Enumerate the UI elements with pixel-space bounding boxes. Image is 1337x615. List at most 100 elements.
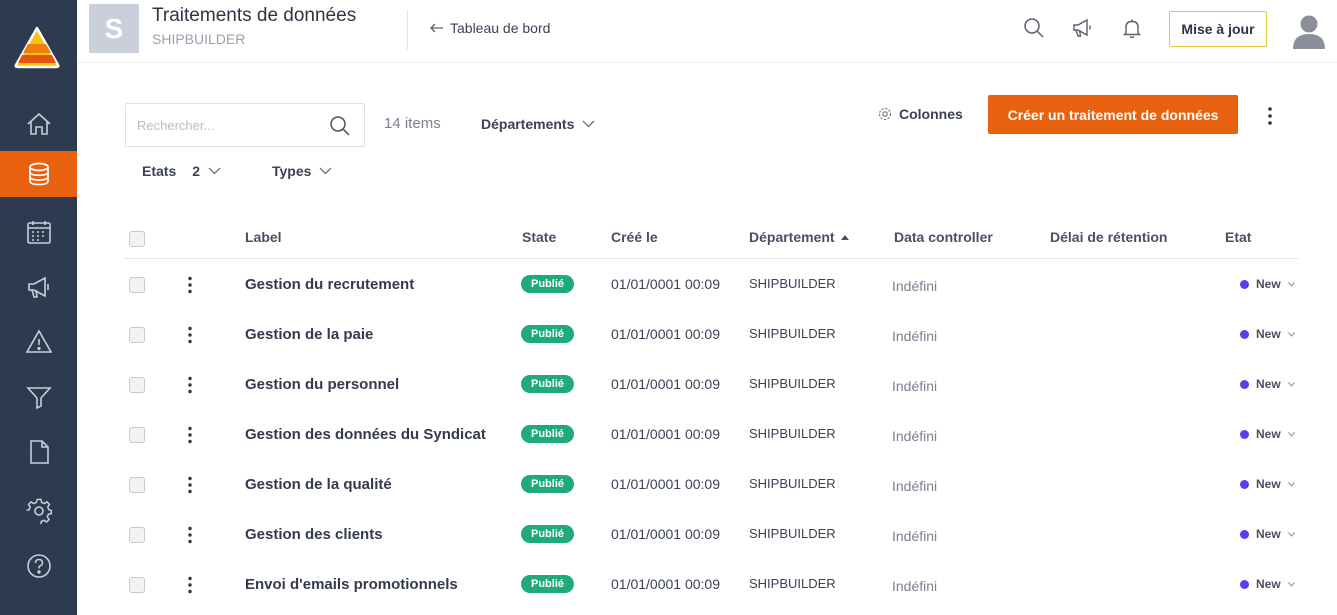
row-checkbox[interactable]	[129, 527, 145, 543]
column-header-label[interactable]: Label	[245, 229, 282, 245]
row-etat-dropdown[interactable]: New	[1240, 377, 1295, 391]
row-etat-label: New	[1256, 427, 1281, 441]
columns-button-label: Colonnes	[899, 106, 963, 122]
database-icon	[28, 162, 49, 186]
table-row[interactable]: Gestion de la paie Publié 01/01/0001 00:…	[124, 309, 1299, 359]
create-processing-button[interactable]: Créer un traitement de données	[988, 95, 1238, 134]
row-checkbox[interactable]	[129, 277, 145, 293]
column-header-state[interactable]: State	[522, 229, 556, 245]
column-header-data-controller[interactable]: Data controller	[894, 229, 993, 245]
announcements-icon[interactable]	[1071, 16, 1095, 40]
row-etat-dropdown[interactable]: New	[1240, 427, 1295, 441]
search-input[interactable]	[137, 117, 327, 133]
row-checkbox[interactable]	[129, 327, 145, 343]
bell-icon[interactable]	[1120, 16, 1144, 40]
row-data-controller: Indéfini	[892, 328, 938, 344]
app-logo[interactable]	[13, 25, 61, 69]
sort-ascending-icon	[840, 234, 849, 240]
home-icon	[26, 112, 51, 135]
user-avatar[interactable]	[1291, 12, 1327, 50]
row-label[interactable]: Gestion du personnel	[245, 376, 399, 393]
row-created-date: 01/01/0001 00:09	[611, 276, 720, 292]
status-badge: Publié	[521, 375, 575, 393]
sidebar-item-documents[interactable]	[0, 429, 77, 475]
row-checkbox[interactable]	[129, 577, 145, 593]
row-department: SHIPBUILDER	[749, 476, 836, 491]
row-etat-dropdown[interactable]: New	[1240, 277, 1295, 291]
row-menu-icon[interactable]	[186, 276, 194, 294]
row-label[interactable]: Gestion du recrutement	[245, 276, 414, 293]
row-etat-label: New	[1256, 377, 1281, 391]
search-field[interactable]	[125, 103, 365, 147]
row-etat-dropdown[interactable]: New	[1240, 577, 1295, 591]
state-dot-icon	[1240, 429, 1249, 439]
chevron-down-icon	[1287, 581, 1295, 587]
back-to-dashboard-link[interactable]: Tableau de bord	[429, 20, 550, 36]
row-data-controller: Indéfini	[892, 278, 938, 294]
status-badge: Publié	[521, 525, 575, 543]
search-icon[interactable]	[1022, 16, 1046, 40]
row-label[interactable]: Envoi d'emails promotionnels	[245, 576, 458, 593]
row-etat-dropdown[interactable]: New	[1240, 327, 1295, 341]
types-filter[interactable]: Types	[272, 163, 332, 179]
row-etat-dropdown[interactable]: New	[1240, 527, 1295, 541]
table-row[interactable]: Gestion des clients Publié 01/01/0001 00…	[124, 509, 1299, 559]
row-label[interactable]: Gestion de la paie	[245, 326, 373, 343]
column-header-department[interactable]: Département	[749, 229, 849, 245]
table-row[interactable]: Gestion du recrutement Publié 01/01/0001…	[124, 259, 1299, 309]
table-row[interactable]: Gestion de la qualité Publié 01/01/0001 …	[124, 459, 1299, 509]
row-menu-icon[interactable]	[186, 476, 194, 494]
document-icon	[29, 440, 49, 464]
row-etat-label: New	[1256, 327, 1281, 341]
sidebar-item-filters[interactable]	[0, 374, 77, 420]
table-row[interactable]: Gestion du personnel Publié 01/01/0001 0…	[124, 359, 1299, 409]
row-menu-icon[interactable]	[186, 376, 194, 394]
status-badge: Publié	[521, 425, 575, 443]
sidebar-item-campaigns[interactable]	[0, 264, 77, 310]
row-department: SHIPBUILDER	[749, 526, 836, 541]
back-link-label: Tableau de bord	[450, 20, 551, 36]
row-menu-icon[interactable]	[186, 526, 194, 544]
sidebar-item-calendar[interactable]	[0, 209, 77, 255]
column-header-created[interactable]: Créé le	[611, 229, 658, 245]
columns-button[interactable]: Colonnes	[878, 106, 963, 122]
row-label[interactable]: Gestion des données du Syndicat	[245, 426, 486, 443]
table-row[interactable]: Gestion des données du Syndicat Publié 0…	[124, 409, 1299, 459]
sidebar-item-home[interactable]	[0, 101, 77, 147]
select-all-checkbox[interactable]	[129, 231, 145, 247]
sidebar-item-incidents[interactable]	[0, 319, 77, 365]
chevron-down-icon	[208, 167, 221, 175]
row-checkbox[interactable]	[129, 477, 145, 493]
sidebar-item-help[interactable]	[0, 543, 77, 589]
search-icon[interactable]	[329, 115, 351, 137]
row-data-controller: Indéfini	[892, 428, 938, 444]
row-checkbox[interactable]	[129, 427, 145, 443]
megaphone-icon	[27, 276, 49, 298]
row-menu-icon[interactable]	[186, 326, 194, 344]
row-label[interactable]: Gestion des clients	[245, 526, 383, 543]
row-menu-icon[interactable]	[186, 576, 194, 594]
sidebar-item-processing[interactable]	[0, 151, 77, 197]
row-etat-dropdown[interactable]: New	[1240, 477, 1295, 491]
gear-icon	[878, 107, 892, 121]
column-header-retention[interactable]: Délai de rétention	[1050, 229, 1167, 245]
chevron-down-icon	[1287, 331, 1295, 337]
table-row[interactable]: Envoi d'emails promotionnels Publié 01/0…	[124, 559, 1299, 609]
row-label[interactable]: Gestion de la qualité	[245, 476, 392, 493]
funnel-icon	[25, 387, 52, 410]
row-checkbox[interactable]	[129, 377, 145, 393]
types-filter-label: Types	[272, 163, 312, 179]
column-header-etat[interactable]: Etat	[1225, 229, 1251, 245]
row-data-controller: Indéfini	[892, 478, 938, 494]
states-filter[interactable]: Etats 2	[142, 163, 221, 179]
states-filter-label: Etats	[142, 163, 177, 179]
update-button[interactable]: Mise à jour	[1169, 11, 1267, 47]
more-options-icon[interactable]	[1261, 106, 1279, 126]
departments-filter[interactable]: Départements	[481, 116, 595, 132]
state-dot-icon	[1240, 379, 1249, 389]
sidebar	[0, 0, 77, 615]
status-badge: Publié	[521, 475, 575, 493]
sidebar-item-settings[interactable]	[0, 488, 77, 534]
row-menu-icon[interactable]	[186, 426, 194, 444]
row-created-date: 01/01/0001 00:09	[611, 476, 720, 492]
